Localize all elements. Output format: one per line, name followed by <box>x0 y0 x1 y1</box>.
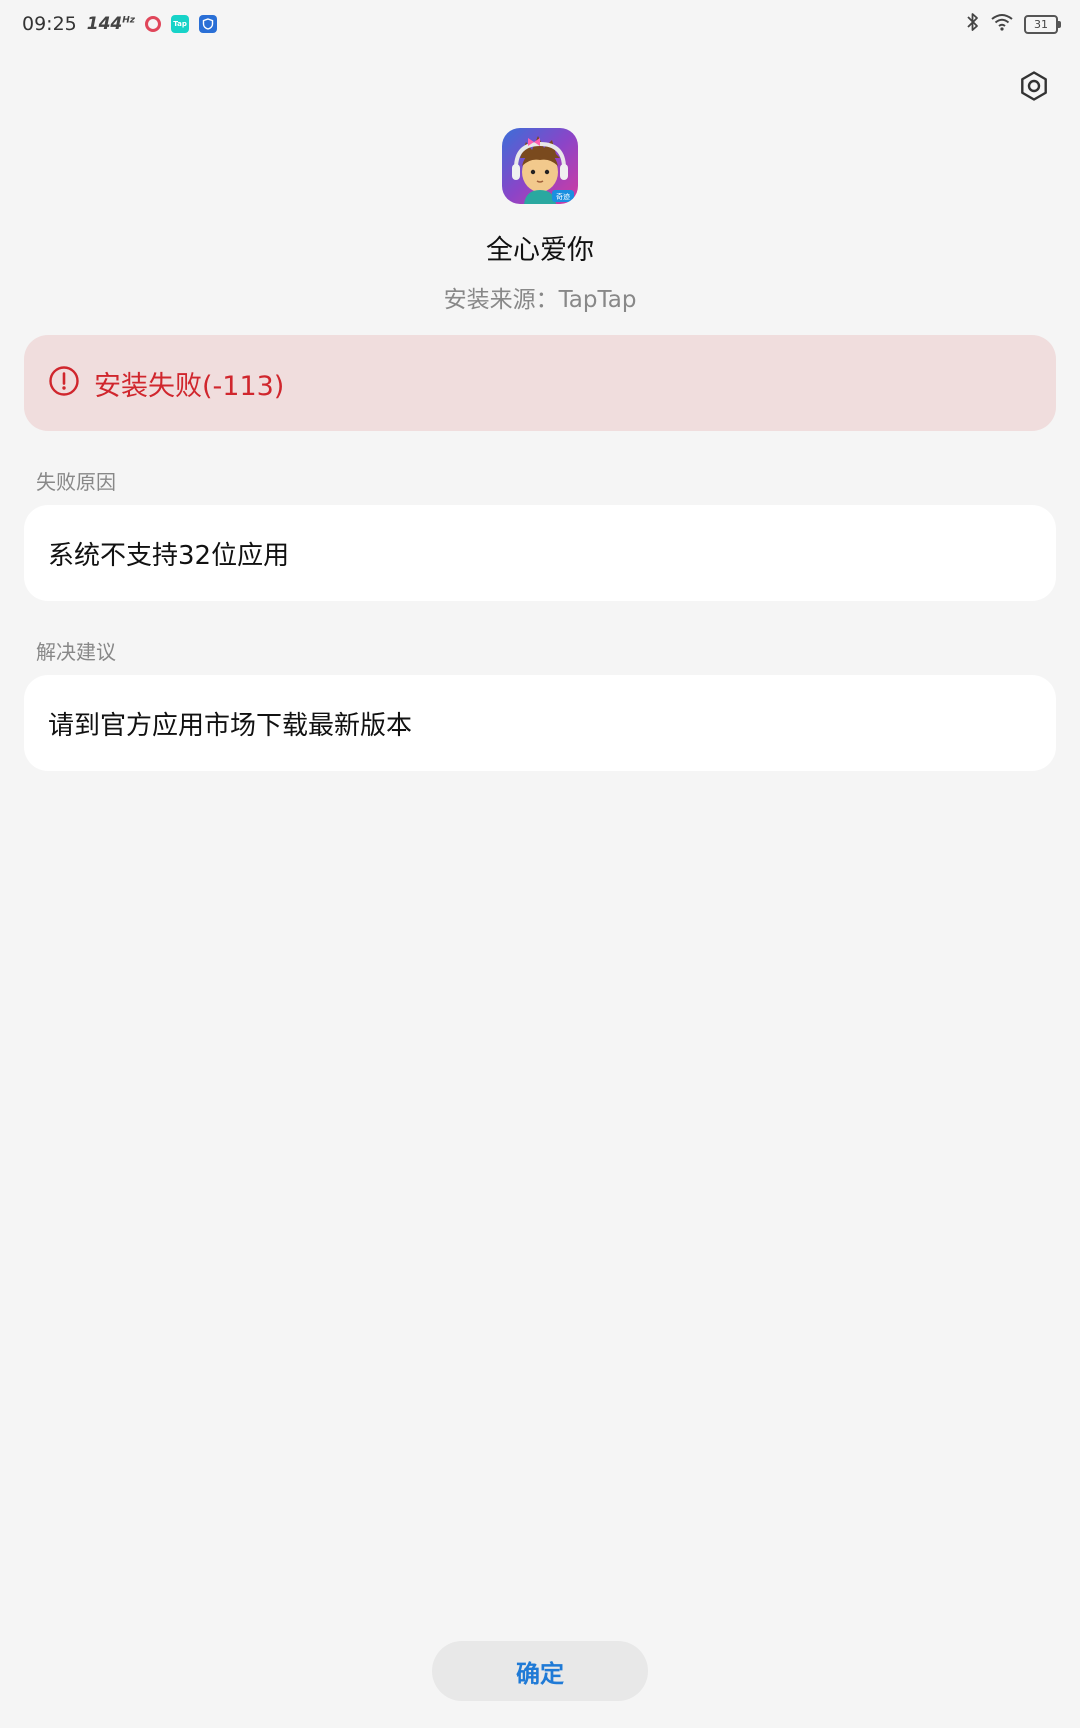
wifi-icon <box>990 13 1014 36</box>
battery-indicator: 31 <box>1024 14 1061 34</box>
suggestion-label: 解决建议 <box>36 640 116 664</box>
reason-label: 失败原因 <box>36 470 116 494</box>
error-message: 安装失败(-113) <box>94 370 285 402</box>
notification-app-icon <box>145 16 162 32</box>
app-icon: 奇迹 <box>502 128 578 204</box>
reason-card: 系统不支持32位应用 <box>24 505 1056 601</box>
status-right: 31 <box>966 12 1061 37</box>
refresh-rate-unit: Hz <box>122 15 136 26</box>
error-banner: 安装失败(-113) <box>24 335 1056 431</box>
settings-button[interactable] <box>1014 68 1054 108</box>
suggestion-card: 请到官方应用市场下载最新版本 <box>24 675 1056 771</box>
refresh-rate-indicator: 144Hz <box>87 14 135 34</box>
suggestion-text: 请到官方应用市场下载最新版本 <box>48 710 413 741</box>
shield-notification-icon <box>199 15 218 33</box>
app-icon-badge: 奇迹 <box>556 192 570 201</box>
gear-icon <box>1018 70 1050 106</box>
taptap-notification-icon: Tap <box>171 15 190 33</box>
status-bar: 09:25 144Hz Tap 31 <box>0 0 1080 48</box>
reason-text: 系统不支持32位应用 <box>48 540 290 571</box>
status-time: 09:25 <box>22 13 77 35</box>
bluetooth-icon <box>966 12 980 37</box>
status-left: 09:25 144Hz Tap <box>22 13 218 35</box>
alert-circle-icon <box>48 365 80 401</box>
confirm-button[interactable]: 确定 <box>432 1641 648 1701</box>
refresh-rate-value: 144 <box>86 14 123 34</box>
install-source: 安装来源：TapTap <box>443 287 637 313</box>
app-name: 全心爱你 <box>486 235 594 266</box>
